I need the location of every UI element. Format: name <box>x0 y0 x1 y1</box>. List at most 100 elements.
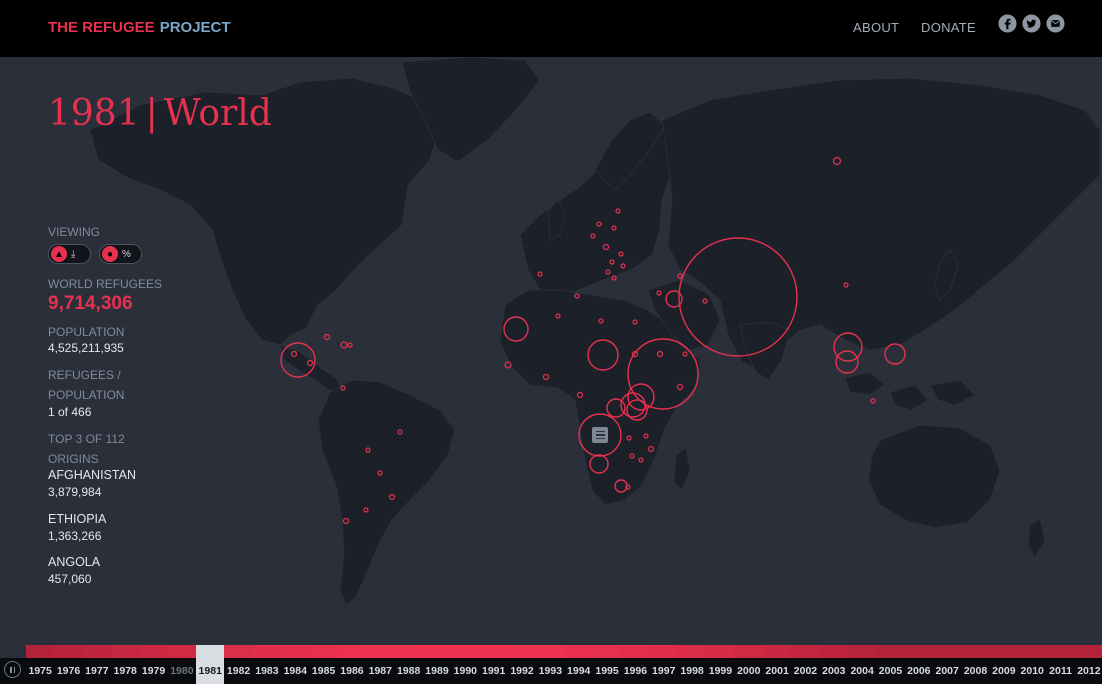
pause-button[interactable] <box>4 661 21 678</box>
heat-segment <box>337 645 366 658</box>
heat-segment <box>790 645 819 658</box>
heat-segment <box>54 645 83 658</box>
year-2005[interactable]: 2005 <box>876 658 904 684</box>
heat-segment <box>110 645 140 658</box>
year-1993[interactable]: 1993 <box>536 658 564 684</box>
heat-segment <box>932 645 961 658</box>
world-map[interactable] <box>0 57 1102 645</box>
heat-segment <box>195 645 225 658</box>
heat-segment <box>224 645 253 658</box>
year-2010[interactable]: 2010 <box>1018 658 1046 684</box>
heat-segment <box>563 645 593 658</box>
year-1976[interactable]: 1976 <box>54 658 82 684</box>
heat-segment <box>903 645 932 658</box>
year-1979[interactable]: 1979 <box>139 658 167 684</box>
nav-donate-link[interactable]: DONATE <box>921 20 976 35</box>
year-1988[interactable]: 1988 <box>394 658 422 684</box>
origin-destination-toggle[interactable]: ▲ ⤓ <box>48 244 91 264</box>
origin-value: 1,363,266 <box>48 529 102 543</box>
year-1981[interactable]: 1981 <box>196 658 225 684</box>
heat-segment <box>762 645 791 658</box>
origin-value: 3,879,984 <box>48 485 102 499</box>
email-icon[interactable] <box>1046 14 1065 33</box>
timeline: 1975 1976 1977 1978 1979 1980 1981 1982 1983 1984… <box>0 658 1102 684</box>
year-2012[interactable]: 2012 <box>1075 658 1102 684</box>
timeline-heat-bar <box>26 645 1102 658</box>
year-1980[interactable]: 1980 <box>168 658 196 684</box>
year-1994[interactable]: 1994 <box>565 658 593 684</box>
year-1999[interactable]: 1999 <box>706 658 734 684</box>
heat-segment <box>847 645 876 658</box>
year-1996[interactable]: 1996 <box>621 658 649 684</box>
year-1986[interactable]: 1986 <box>338 658 366 684</box>
year-1990[interactable]: 1990 <box>451 658 479 684</box>
year-1975[interactable]: 1975 <box>26 658 54 684</box>
year-1992[interactable]: 1992 <box>508 658 536 684</box>
year-1978[interactable]: 1978 <box>111 658 139 684</box>
year-2009[interactable]: 2009 <box>990 658 1018 684</box>
year-1977[interactable]: 1977 <box>83 658 111 684</box>
nav-about-link[interactable]: ABOUT <box>853 20 899 35</box>
site-logo[interactable]: THE REFUGEE PROJECT <box>48 19 231 36</box>
heat-segment <box>1045 645 1074 658</box>
heat-segment <box>450 645 479 658</box>
year-2006[interactable]: 2006 <box>905 658 933 684</box>
facebook-icon[interactable] <box>998 14 1017 33</box>
year-1989[interactable]: 1989 <box>423 658 451 684</box>
heat-segment <box>592 645 621 658</box>
heat-segment <box>26 645 55 658</box>
heat-segment <box>535 645 564 658</box>
absolute-percent-toggle[interactable]: ● % <box>99 244 142 264</box>
heat-segment <box>365 645 395 658</box>
ratio-label-line1: REFUGEES / <box>48 368 121 382</box>
title-year: 1981 <box>48 93 140 134</box>
year-1984[interactable]: 1984 <box>281 658 309 684</box>
year-1995[interactable]: 1995 <box>593 658 621 684</box>
heat-segment <box>1073 645 1102 658</box>
top-header: THE REFUGEE PROJECT ABOUT DONATE <box>0 0 1102 57</box>
ratio-value: 1 of 466 <box>48 405 92 419</box>
world-refugees-label: WORLD REFUGEES <box>48 277 163 291</box>
year-1983[interactable]: 1983 <box>253 658 281 684</box>
view-toggles: ▲ ⤓ ● % <box>48 244 142 264</box>
heat-segment <box>422 645 451 658</box>
year-2004[interactable]: 2004 <box>848 658 876 684</box>
person-icon: ● <box>102 246 118 262</box>
logo-text-primary: THE REFUGEE <box>48 19 155 36</box>
download-icon: ⤓ <box>71 248 76 260</box>
year-1991[interactable]: 1991 <box>480 658 508 684</box>
world-refugees-value: 9,714,306 <box>48 293 133 314</box>
heat-segment <box>280 645 310 658</box>
year-2007[interactable]: 2007 <box>933 658 961 684</box>
year-2002[interactable]: 2002 <box>791 658 819 684</box>
logo-text-secondary: PROJECT <box>159 19 231 36</box>
heat-segment <box>479 645 508 658</box>
year-1997[interactable]: 1997 <box>650 658 678 684</box>
heat-segment <box>252 645 281 658</box>
heat-segment <box>139 645 168 658</box>
heat-segment <box>818 645 848 658</box>
heat-segment <box>733 645 763 658</box>
origin-name[interactable]: ETHIOPIA <box>48 512 106 527</box>
heat-segment <box>875 645 904 658</box>
heat-segment <box>620 645 649 658</box>
land-masses <box>89 57 1101 606</box>
year-2008[interactable]: 2008 <box>961 658 989 684</box>
year-2001[interactable]: 2001 <box>763 658 791 684</box>
heat-segment <box>960 645 989 658</box>
year-1982[interactable]: 1982 <box>224 658 252 684</box>
details-icon[interactable] <box>592 427 608 443</box>
year-1985[interactable]: 1985 <box>309 658 337 684</box>
origin-name[interactable]: ANGOLA <box>48 555 100 570</box>
year-2000[interactable]: 2000 <box>735 658 763 684</box>
year-2011[interactable]: 2011 <box>1046 658 1074 684</box>
heat-segment <box>677 645 706 658</box>
origin-name[interactable]: AFGHANISTAN <box>48 468 136 483</box>
year-1998[interactable]: 1998 <box>678 658 706 684</box>
year-2003[interactable]: 2003 <box>820 658 848 684</box>
origins-label: ORIGINS <box>48 452 99 466</box>
year-1987[interactable]: 1987 <box>366 658 394 684</box>
heat-segment <box>988 645 1017 658</box>
heat-segment <box>394 645 423 658</box>
twitter-icon[interactable] <box>1022 14 1041 33</box>
